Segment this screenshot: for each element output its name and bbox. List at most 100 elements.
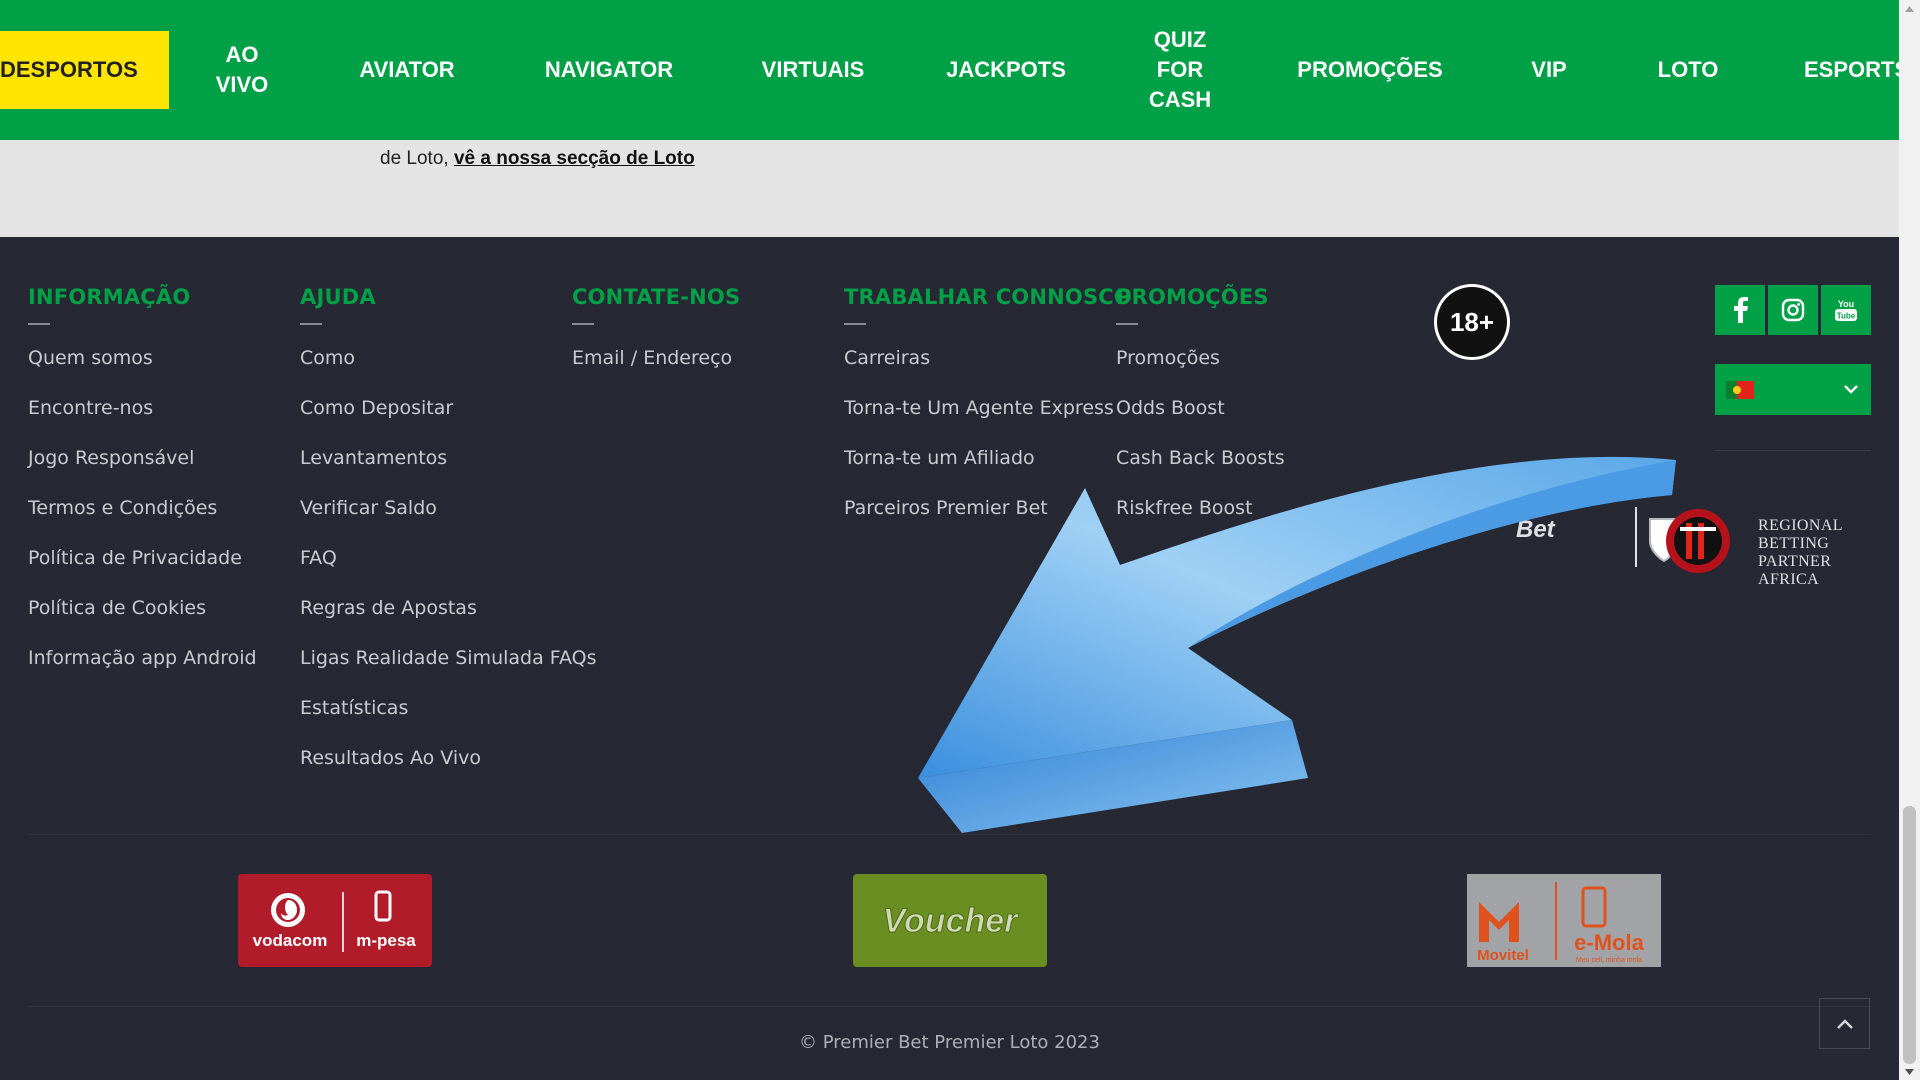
nav-label: VIP xyxy=(1531,57,1567,82)
portugal-flag-icon xyxy=(1726,381,1754,399)
partner-line-2: BETTING PARTNER xyxy=(1758,535,1832,570)
nav-esports[interactable]: ESPORTS xyxy=(1804,0,1899,140)
footer-divider xyxy=(28,834,1871,835)
footer-link[interactable]: Torna-te um Afiliado xyxy=(844,445,1132,495)
nav-label: JACKPOTS xyxy=(946,57,1066,82)
footer-link[interactable]: Torna-te Um Agente Express xyxy=(844,395,1132,445)
footer-link[interactable]: Estatísticas xyxy=(300,695,597,745)
nav-navigator[interactable]: NAVIGATOR xyxy=(538,0,680,140)
divider xyxy=(1116,323,1138,325)
nav-label: AO VIVO xyxy=(215,42,269,97)
nav-label: DESPORTOS xyxy=(0,57,138,82)
divider xyxy=(572,323,594,325)
footer-link[interactable]: Termos e Condições xyxy=(28,495,257,545)
footer-col-trabalhar-connosco: TRABALHAR CONNOSCO Carreiras Torna-te Um… xyxy=(844,285,1132,545)
partner-line-1: REGIONAL xyxy=(1758,517,1843,534)
nav-loto[interactable]: LOTO xyxy=(1652,0,1724,140)
nav-ao-vivo[interactable]: AO VIVO xyxy=(200,0,284,140)
footer-link[interactable]: Ligas Realidade Simulada FAQs xyxy=(300,645,597,695)
nav-label: ESPORTS xyxy=(1804,57,1899,82)
footer-link[interactable]: Como Depositar xyxy=(300,395,597,445)
language-selector[interactable] xyxy=(1715,364,1871,415)
footer-link[interactable]: Carreiras xyxy=(844,345,1132,395)
voucher-payment[interactable]: Voucher xyxy=(853,874,1047,967)
facebook-button[interactable] xyxy=(1715,285,1765,335)
footer-link[interactable]: Política de Privacidade xyxy=(28,545,257,595)
top-navigation: DESPORTOS AO VIVO AVIATOR NAVIGATOR VIRTU… xyxy=(0,0,1899,140)
footer-col-ajuda: AJUDA Como Como Depositar Levantamentos … xyxy=(300,285,597,795)
footer-col-promocoes: PROMOÇÕES Promoções Odds Boost Cash Back… xyxy=(1116,285,1285,545)
age-badge-text: 18+ xyxy=(1437,287,1507,357)
content-strip: de Loto, vê a nossa secção de Loto xyxy=(0,140,1899,237)
triangle-up-icon xyxy=(1905,5,1914,12)
footer-link[interactable]: Riskfree Boost xyxy=(1116,495,1285,545)
footer-link[interactable]: Verificar Saldo xyxy=(300,495,597,545)
emola-tagline: Meu cell, minha mola xyxy=(1576,957,1642,964)
footer-col-contate-nos: CONTATE-NOS Email / Endereço xyxy=(572,285,740,395)
emola-label: e-Mola xyxy=(1574,930,1644,955)
youtube-button[interactable]: You Tube xyxy=(1821,285,1871,335)
scroll-up-arrow[interactable] xyxy=(1899,0,1920,17)
footer-link[interactable]: Regras de Apostas xyxy=(300,595,597,645)
divider xyxy=(300,323,322,325)
loto-text: de Loto, vê a nossa secção de Loto xyxy=(380,148,695,170)
footer: INFORMAÇÃO Quem somos Encontre-nos Jogo … xyxy=(0,237,1899,1080)
instagram-button[interactable] xyxy=(1768,285,1818,335)
loto-section-link[interactable]: vê a nossa secção de Loto xyxy=(454,148,695,169)
partner-brand-text: Bet xyxy=(1516,516,1556,543)
page-scrollbar[interactable] xyxy=(1899,0,1920,1080)
footer-link[interactable]: Levantamentos xyxy=(300,445,597,495)
mpesa-label: m-pesa xyxy=(356,931,416,950)
age-restriction-badge: 18+ xyxy=(1434,284,1510,360)
nav-jackpots[interactable]: JACKPOTS xyxy=(946,0,1066,140)
text-prefix: de Loto, xyxy=(380,148,454,169)
instagram-icon xyxy=(1781,298,1805,322)
footer-link[interactable]: Quem somos xyxy=(28,345,257,395)
vodacom-label: vodacom xyxy=(253,931,328,950)
movitel-emola-payment[interactable]: Movitel e-Mola Meu cell, minha mola xyxy=(1467,874,1661,967)
footer-link[interactable]: Resultados Ao Vivo xyxy=(300,745,597,795)
scroll-thumb[interactable] xyxy=(1903,806,1916,1064)
back-to-top-button[interactable] xyxy=(1819,998,1870,1049)
nav-label: NAVIGATOR xyxy=(544,57,674,82)
footer-link[interactable]: Cash Back Boosts xyxy=(1116,445,1285,495)
chevron-down-icon xyxy=(1844,385,1858,394)
divider xyxy=(28,323,50,325)
footer-link[interactable]: Encontre-nos xyxy=(28,395,257,445)
footer-link[interactable]: Como xyxy=(300,345,597,395)
footer-divider-bottom xyxy=(28,1006,1871,1007)
footer-link[interactable]: Informação app Android xyxy=(28,645,257,695)
footer-link[interactable]: Política de Cookies xyxy=(28,595,257,645)
footer-link[interactable]: Email / Endereço xyxy=(572,345,740,395)
nav-promocoes[interactable]: PROMOÇÕES xyxy=(1296,0,1444,140)
nav-label: LOTO xyxy=(1657,57,1719,82)
svg-text:You: You xyxy=(1838,299,1854,309)
footer-link[interactable]: Jogo Responsável xyxy=(28,445,257,495)
column-title: INFORMAÇÃO xyxy=(28,285,191,309)
partner-line-3: AFRICA xyxy=(1758,571,1820,588)
vodacom-mpesa-payment[interactable]: vodacom m-pesa xyxy=(238,874,432,967)
footer-link[interactable]: Promoções xyxy=(1116,345,1285,395)
footer-link[interactable]: FAQ xyxy=(300,545,597,595)
nav-quiz-for-cash[interactable]: QUIZ FOR CASH xyxy=(1140,0,1220,140)
column-title: AJUDA xyxy=(300,285,376,309)
footer-link[interactable]: Parceiros Premier Bet xyxy=(844,495,1132,545)
nav-desportos[interactable]: DESPORTOS xyxy=(0,31,169,109)
nav-vip[interactable]: VIP xyxy=(1520,0,1578,140)
nav-label: QUIZ FOR CASH xyxy=(1148,27,1212,112)
triangle-down-icon xyxy=(1905,1068,1914,1075)
nav-label: VIRTUAIS xyxy=(761,57,865,82)
svg-text:Tube: Tube xyxy=(1837,312,1856,321)
facebook-icon xyxy=(1734,297,1748,323)
chevron-up-icon xyxy=(1836,1018,1853,1029)
youtube-icon: You Tube xyxy=(1835,299,1857,321)
footer-link[interactable]: Odds Boost xyxy=(1116,395,1285,445)
nav-label: AVIATOR xyxy=(359,57,455,82)
footer-col-informacao: INFORMAÇÃO Quem somos Encontre-nos Jogo … xyxy=(28,285,257,695)
voucher-label: Voucher xyxy=(883,902,1020,940)
scroll-down-arrow[interactable] xyxy=(1899,1063,1920,1080)
nav-aviator[interactable]: AVIATOR xyxy=(350,0,464,140)
nav-virtuais[interactable]: VIRTUAIS xyxy=(756,0,870,140)
nav-label: PROMOÇÕES xyxy=(1297,57,1443,82)
column-title: CONTATE-NOS xyxy=(572,285,741,309)
